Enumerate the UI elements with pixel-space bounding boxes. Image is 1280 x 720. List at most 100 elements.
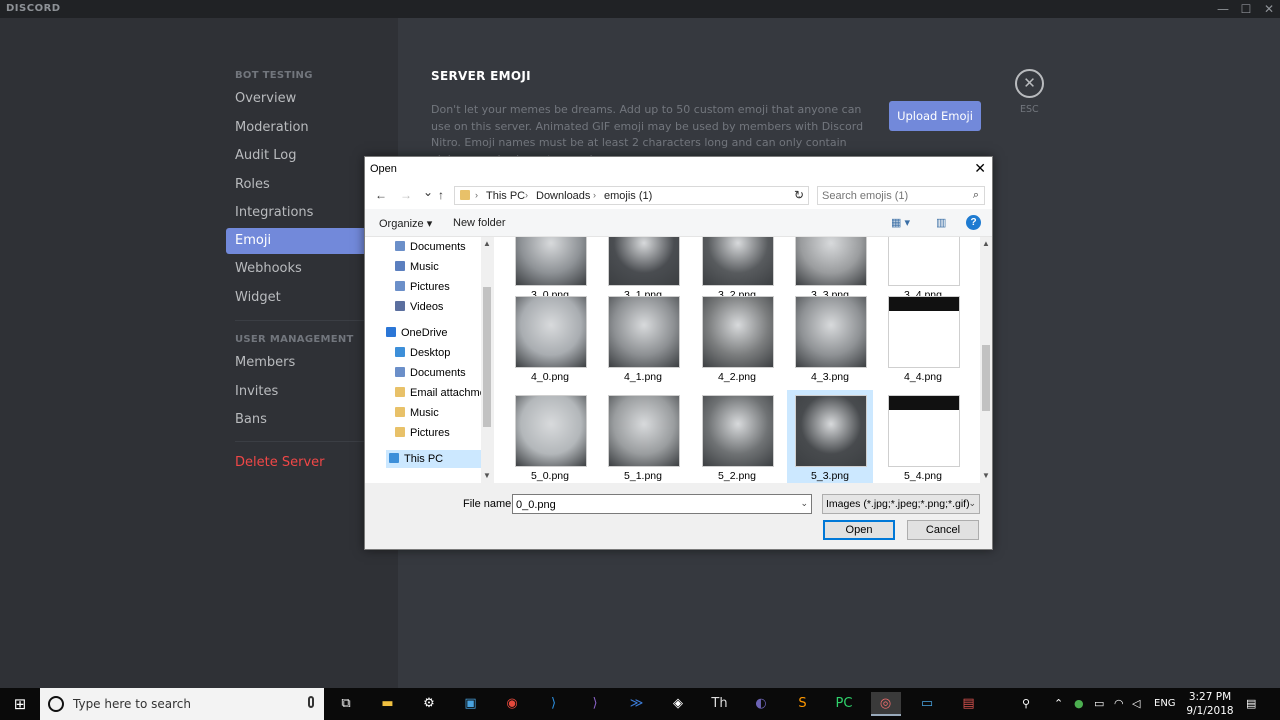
new-folder-button[interactable]: New folder <box>453 217 506 229</box>
microphone-icon[interactable] <box>308 696 314 708</box>
file-tile[interactable]: 4_1.png <box>600 291 686 387</box>
taskbar-app-sublime-icon[interactable]: S <box>788 692 818 716</box>
file-type-select[interactable]: Images (*.jpg;*.jpeg;*.png;*.gif) ⌄ <box>822 494 980 514</box>
file-name-input[interactable] <box>516 497 796 512</box>
sidebar-item-moderation[interactable]: Moderation <box>226 115 398 141</box>
taskbar-app-pycharm-icon[interactable]: PC <box>829 692 859 716</box>
file-name-field[interactable]: ⌄ <box>512 494 812 514</box>
file-tile[interactable]: 5_3.png <box>787 390 873 483</box>
up-folder-icon[interactable]: ↑ <box>438 188 444 202</box>
people-icon[interactable]: ⚲ <box>1022 688 1030 720</box>
taskbar-app-chrome-icon[interactable]: ◉ <box>497 692 527 716</box>
clock[interactable]: 3:27 PM 9/1/2018 <box>1178 690 1242 718</box>
back-icon[interactable]: ← <box>375 188 387 202</box>
maximize-button[interactable]: ☐ <box>1235 1 1257 17</box>
file-tile[interactable]: 4_0.png <box>507 291 593 387</box>
tree-item-pictures-pinned[interactable]: Pictures📌 <box>395 278 481 296</box>
address-bar[interactable]: › This PC › Downloads › emojis (1) ⌄ <box>454 186 809 205</box>
change-view-icon[interactable]: ▦ ▾ <box>891 216 910 229</box>
file-tile[interactable]: 4_4.png <box>880 291 966 387</box>
folder-icon <box>460 190 470 200</box>
taskbar-app-discord-icon[interactable]: ◎ <box>870 692 901 716</box>
language-indicator[interactable]: ENG <box>1154 688 1176 720</box>
breadcrumb-emojis[interactable]: emojis (1) <box>604 190 652 202</box>
file-tile[interactable]: 4_2.png <box>694 291 780 387</box>
scrollbar-thumb[interactable] <box>483 287 491 427</box>
taskbar-app-unity-icon[interactable]: ◈ <box>663 692 693 716</box>
taskbar-app-file-explorer-icon[interactable]: ▬ <box>373 692 403 716</box>
tree-item-email-attachments[interactable]: Email attachments <box>395 384 493 402</box>
minimize-button[interactable]: — <box>1212 1 1234 17</box>
scroll-up-icon[interactable]: ▲ <box>982 239 990 248</box>
file-tile[interactable]: 4_3.png <box>787 291 873 387</box>
scrollbar-thumb[interactable] <box>982 345 990 411</box>
file-name: 5_0.png <box>531 470 569 482</box>
close-settings-button[interactable]: ✕ <box>1015 69 1044 98</box>
file-list: 3_0.png 3_1.png 3_2.png 3_3.png 3_4.png 4_0.p… <box>494 237 992 483</box>
file-tile[interactable]: 5_1.png <box>600 390 686 483</box>
help-icon[interactable]: ? <box>966 215 981 230</box>
taskbar-app-typora-icon[interactable]: Th <box>705 692 735 716</box>
tray-app-icon[interactable]: ● <box>1074 688 1084 720</box>
forward-icon[interactable]: → <box>400 188 412 202</box>
search-input[interactable] <box>822 189 962 203</box>
clock-time: 3:27 PM <box>1188 691 1232 703</box>
search-box[interactable]: ⌕ <box>817 186 985 205</box>
taskbar-app-powershell-icon[interactable]: ≫ <box>622 692 652 716</box>
file-list-scrollbar[interactable]: ▲ ▼ <box>980 237 992 483</box>
tree-item-onedrive[interactable]: OneDrive <box>386 324 447 342</box>
refresh-icon[interactable]: ↻ <box>794 188 804 202</box>
wifi-icon[interactable]: ◠ <box>1114 688 1124 720</box>
file-name: 4_0.png <box>531 371 569 383</box>
taskbar-app-eclipse-icon[interactable]: ◐ <box>746 692 776 716</box>
start-button[interactable]: ⊞ <box>0 688 40 720</box>
file-name-label: File name: <box>463 498 515 510</box>
scroll-down-icon[interactable]: ▼ <box>982 471 990 480</box>
taskbar-search[interactable]: Type here to search <box>40 688 324 720</box>
file-tile[interactable]: 5_4.png <box>880 390 966 483</box>
tree-item-videos-pinned[interactable]: Videos📌 <box>395 298 481 316</box>
tree-item-music[interactable]: Music <box>395 404 439 422</box>
open-button[interactable]: Open <box>823 520 895 540</box>
chevron-down-icon[interactable]: ⌄ <box>800 498 808 509</box>
taskbar-app-vscode-icon[interactable]: ⟩ <box>539 692 569 716</box>
tree-item-music-pinned[interactable]: Music📌 <box>395 258 481 276</box>
battery-icon[interactable]: ▭ <box>1094 688 1104 720</box>
taskbar-app-task-view-icon[interactable]: ⧉ <box>331 692 361 716</box>
tree-item-documents[interactable]: Documents <box>395 364 466 382</box>
notifications-icon[interactable]: ▤ <box>1246 688 1256 720</box>
videos-icon <box>395 301 405 311</box>
breadcrumb-downloads[interactable]: Downloads <box>536 190 590 202</box>
navigation-scrollbar[interactable]: ▲ ▼ <box>481 237 493 483</box>
cancel-button[interactable]: Cancel <box>907 520 979 540</box>
sidebar-item-overview[interactable]: Overview <box>226 86 398 112</box>
taskbar-app-flag-app-icon[interactable]: ▤ <box>954 692 984 716</box>
section-header-bot-testing: BOT TESTING <box>235 70 313 81</box>
tree-item-pictures[interactable]: Pictures <box>395 424 450 442</box>
close-window-button[interactable]: ✕ <box>1258 1 1280 17</box>
file-name: 5_3.png <box>811 470 849 482</box>
file-tile[interactable]: 5_0.png <box>507 390 593 483</box>
open-file-dialog: Open ✕ ← → ⌄ ↑ › This PC › Downloads › e… <box>364 156 993 550</box>
tree-item-this-pc[interactable]: This PC <box>386 450 481 468</box>
preview-pane-icon[interactable]: ▥ <box>936 216 946 229</box>
breadcrumb-this-pc[interactable]: This PC <box>486 190 525 202</box>
volume-icon[interactable]: ◁ <box>1132 688 1140 720</box>
tray-chevron-icon[interactable]: ⌃ <box>1054 688 1063 720</box>
tree-item-desktop[interactable]: Desktop <box>395 344 450 362</box>
scroll-up-icon[interactable]: ▲ <box>483 239 491 248</box>
taskbar-app-settings-icon[interactable]: ⚙ <box>414 692 444 716</box>
computer-icon <box>389 453 399 463</box>
recent-locations-icon[interactable]: ⌄ <box>423 185 433 199</box>
dialog-close-button[interactable]: ✕ <box>974 160 986 177</box>
upload-emoji-button[interactable]: Upload Emoji <box>889 101 981 131</box>
taskbar-app-window-app-icon[interactable]: ▭ <box>912 692 942 716</box>
tree-item-documents-pinned[interactable]: Documents📌 <box>395 238 481 256</box>
file-tile[interactable]: 5_2.png <box>694 390 780 483</box>
image-thumbnail <box>515 296 587 368</box>
taskbar-app-store-icon[interactable]: ▣ <box>456 692 486 716</box>
cortana-icon <box>48 696 64 712</box>
taskbar-app-visual-studio-icon[interactable]: ⟩ <box>580 692 610 716</box>
organize-button[interactable]: Organize ▾ <box>379 217 432 230</box>
scroll-down-icon[interactable]: ▼ <box>483 471 491 480</box>
